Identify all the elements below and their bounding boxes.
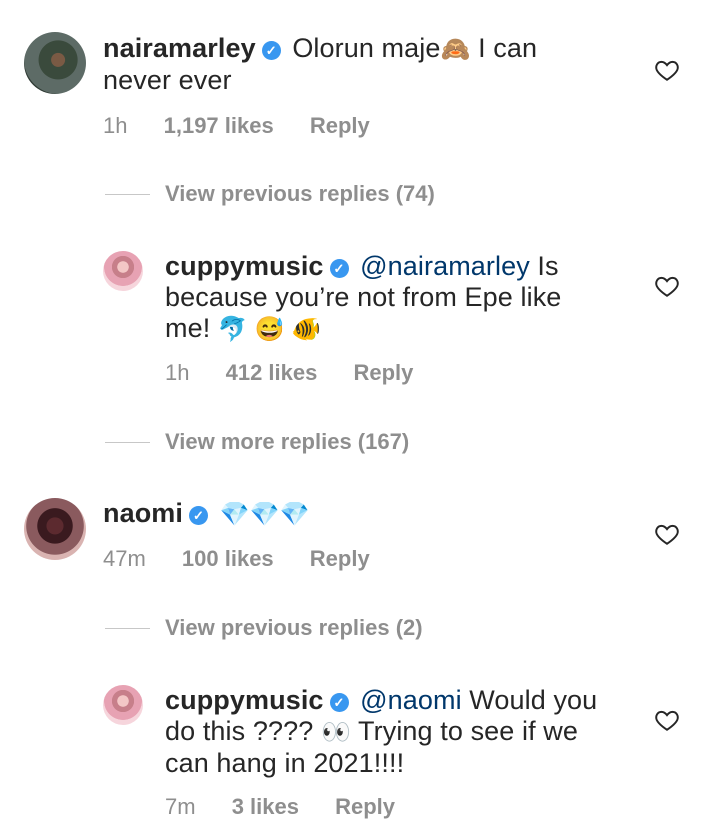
emoji: 👀 <box>320 719 351 746</box>
username[interactable]: naomi <box>103 498 183 528</box>
reply-button[interactable]: Reply <box>310 546 370 571</box>
avatar[interactable] <box>103 251 143 291</box>
comment-text: nairamarley ✓ Olorun maje🙈 I can never ev… <box>103 33 573 96</box>
view-more-replies-button[interactable]: View more replies (167) <box>165 429 409 455</box>
avatar[interactable] <box>24 498 86 560</box>
comment-meta: 1h 1,197 likes Reply <box>103 113 400 139</box>
view-previous-replies-button[interactable]: View previous replies (2) <box>165 615 423 641</box>
reply-button[interactable]: Reply <box>335 794 395 819</box>
emoji: 🙈 <box>440 36 471 63</box>
timestamp: 1h <box>165 360 190 385</box>
comment-text: cuppymusic ✓ @naomi Would you do this ???… <box>165 685 605 779</box>
verified-badge-icon: ✓ <box>189 506 209 525</box>
verified-badge-icon: ✓ <box>329 693 349 712</box>
reply-button[interactable]: Reply <box>310 113 370 138</box>
emoji: 💎💎💎 <box>219 501 310 528</box>
comment-meta: 1h 412 likes Reply <box>165 360 443 386</box>
username[interactable]: cuppymusic <box>165 251 324 281</box>
username[interactable]: nairamarley <box>103 33 256 63</box>
avatar[interactable] <box>103 685 143 725</box>
comment-meta: 7m 3 likes Reply <box>165 794 425 820</box>
timestamp: 7m <box>165 794 196 819</box>
divider-line <box>105 628 150 629</box>
divider-line <box>105 442 150 443</box>
likes-count[interactable]: 100 likes <box>182 546 274 571</box>
likes-count[interactable]: 3 likes <box>232 794 299 819</box>
heart-outline-icon[interactable] <box>654 707 680 733</box>
mention-link[interactable]: @nairamarley <box>360 251 530 281</box>
avatar[interactable] <box>24 32 86 94</box>
divider-line <box>105 194 150 195</box>
likes-count[interactable]: 412 likes <box>226 360 318 385</box>
emoji: 🐬 😅 🐠 <box>217 316 322 343</box>
heart-outline-icon[interactable] <box>654 521 680 547</box>
heart-outline-icon[interactable] <box>654 57 680 83</box>
comment-text: naomi ✓ 💎💎💎 <box>103 498 573 530</box>
heart-outline-icon[interactable] <box>654 273 680 299</box>
verified-badge-icon: ✓ <box>261 41 281 60</box>
comment-text: cuppymusic ✓ @nairamarley Is because you’… <box>165 251 595 345</box>
timestamp: 47m <box>103 546 146 571</box>
comment-meta: 47m 100 likes Reply <box>103 546 400 572</box>
timestamp: 1h <box>103 113 128 138</box>
username[interactable]: cuppymusic <box>165 685 324 715</box>
verified-badge-icon: ✓ <box>329 259 349 278</box>
likes-count[interactable]: 1,197 likes <box>164 113 274 138</box>
comment-body: Olorun maje <box>292 33 441 63</box>
reply-button[interactable]: Reply <box>353 360 413 385</box>
mention-link[interactable]: @naomi <box>360 685 462 715</box>
view-previous-replies-button[interactable]: View previous replies (74) <box>165 181 435 207</box>
